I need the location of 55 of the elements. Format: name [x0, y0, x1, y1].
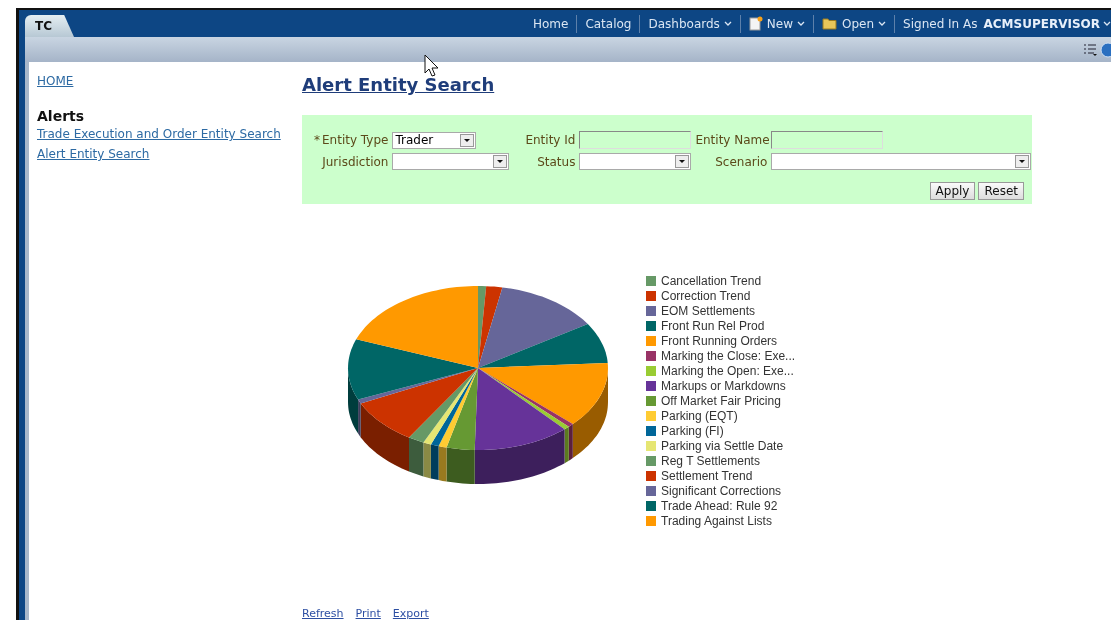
- input-field[interactable]: [771, 131, 884, 149]
- field-label: Status: [536, 154, 576, 169]
- nav-link[interactable]: Home: [524, 14, 578, 33]
- legend-label: EOM Settlements: [661, 304, 756, 318]
- field-label: Jurisdiction: [320, 154, 389, 169]
- folder-icon: [822, 17, 838, 30]
- footer-link[interactable]: Print: [355, 607, 381, 620]
- legend-label: Cancellation Trend: [661, 274, 762, 288]
- legend-label: Parking (FI): [661, 424, 724, 438]
- sidebar-link[interactable]: Alert Entity Search: [37, 147, 150, 161]
- nav-menu[interactable]: Open: [814, 14, 896, 33]
- dropdown-field[interactable]: [771, 153, 1032, 170]
- footer-link[interactable]: Export: [392, 607, 429, 620]
- footer-link[interactable]: Refresh: [302, 607, 344, 620]
- legend-label: Significant Corrections: [661, 484, 782, 498]
- legend-label: Markups or Markdowns: [661, 379, 786, 393]
- dropdown-field[interactable]: [579, 153, 692, 170]
- tab[interactable]: TC: [25, 15, 74, 37]
- field-label: Entity Name: [695, 133, 768, 147]
- new-document-icon: [748, 16, 763, 31]
- legend-label: Off Market Fair Pricing: [661, 394, 781, 408]
- dropdown-field[interactable]: [392, 153, 510, 170]
- legend-label: Marking the Close: Exe...: [661, 349, 796, 363]
- legend-label: Settlement Trend: [661, 469, 753, 483]
- page-title: Alert Entity Search: [302, 74, 495, 95]
- user-menu[interactable]: ACMSUPERVISOR: [983, 16, 1111, 31]
- field-label: Entity Id: [524, 133, 576, 147]
- legend-label: Trading Against Lists: [661, 514, 772, 528]
- list-icon[interactable]: [1083, 42, 1097, 57]
- caret-icon: [1103, 20, 1111, 27]
- legend-label: Parking via Settle Date: [661, 439, 784, 453]
- nav-link[interactable]: Catalog: [577, 14, 641, 33]
- sidebar-heading: Alerts: [37, 108, 86, 124]
- legend-label: Reg T Settlements: [661, 454, 760, 468]
- legend-label: Correction Trend: [661, 289, 751, 303]
- dropdown-field[interactable]: Trader: [392, 131, 477, 149]
- caret-icon: [878, 20, 887, 27]
- field-label: Scenario: [714, 154, 768, 169]
- legend-label: Parking (EQT): [661, 409, 738, 423]
- sidebar-link[interactable]: Trade Execution and Order Entity Search: [37, 127, 281, 141]
- caret-icon: [797, 20, 805, 27]
- legend-label: Marking the Open: Exe...: [661, 364, 794, 378]
- legend-label: Front Running Orders: [661, 334, 778, 348]
- legend-label: Trade Ahead: Rule 92: [661, 499, 778, 513]
- nav-menu[interactable]: New: [740, 14, 814, 33]
- apply-button[interactable]: Apply: [929, 182, 976, 200]
- legend-label: Front Run Rel Prod: [661, 319, 765, 333]
- field-label: * Entity Type: [314, 133, 389, 147]
- nav-menu[interactable]: Dashboards: [640, 14, 741, 33]
- help-icon[interactable]: [1099, 41, 1111, 58]
- home-link[interactable]: HOME: [37, 74, 74, 88]
- signed-in-label: Signed In As: [902, 16, 979, 31]
- input-field[interactable]: [579, 131, 692, 149]
- reset-button[interactable]: Reset: [978, 182, 1024, 200]
- caret-icon: [723, 20, 732, 27]
